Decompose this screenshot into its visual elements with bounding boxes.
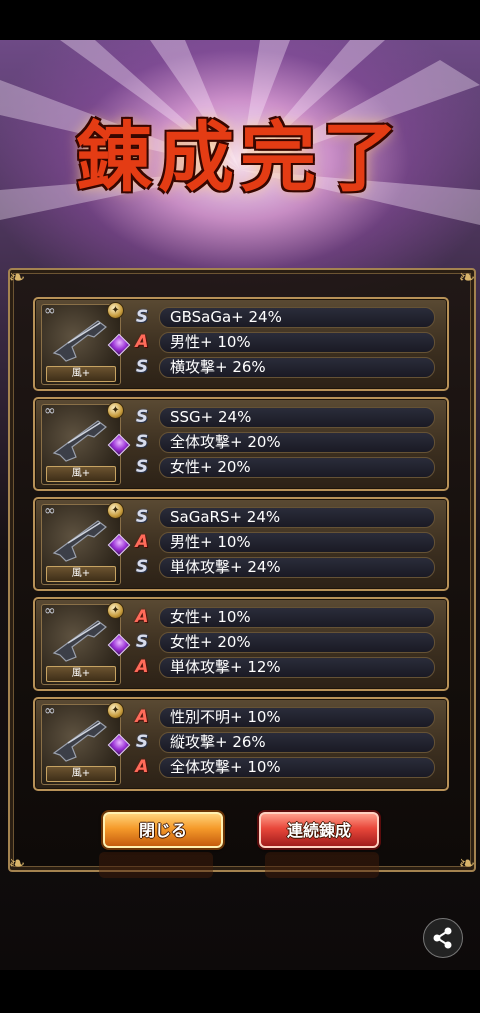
stat-row: A 性別不明+ 10% — [131, 707, 437, 728]
stat-row: A 全体攻撃+ 10% — [131, 757, 437, 778]
stat-text: 単体攻撃+ 12% — [159, 657, 435, 678]
stat-text: 縦攻撃+ 26% — [159, 732, 435, 753]
navigation-bar — [0, 970, 480, 1013]
stat-row: S 横攻撃+ 26% — [131, 357, 437, 378]
stat-text: 全体攻撃+ 20% — [159, 432, 435, 453]
rank-s-icon: S — [135, 457, 149, 477]
stat-text: 女性+ 20% — [159, 457, 435, 478]
stat-row: A 女性+ 10% — [131, 607, 437, 628]
weapon-thumbnail[interactable]: ∞ ✦ 風+ — [41, 302, 131, 385]
stat-text: SaGaRS+ 24% — [159, 507, 435, 528]
rank-s-icon: S — [135, 432, 149, 452]
close-button[interactable]: 閉じる — [103, 812, 223, 848]
gun-icon — [52, 320, 107, 362]
gun-icon — [52, 720, 107, 762]
stat-text: 全体攻撃+ 10% — [159, 757, 435, 778]
gun-icon — [52, 520, 107, 562]
stat-text: 女性+ 20% — [159, 632, 435, 653]
rank-s-icon: S — [135, 507, 149, 527]
share-icon — [433, 927, 452, 949]
stat-text: 性別不明+ 10% — [159, 707, 435, 728]
weapon-result-card[interactable]: ∞ ✦ 風+ A 性別不明+ 10% S 縦攻撃+ 26% A 全体攻撃+ 10… — [33, 697, 449, 791]
share-button[interactable] — [423, 918, 463, 958]
stat-text: GBSaGa+ 24% — [159, 307, 435, 328]
element-badge: 風+ — [46, 666, 116, 682]
element-badge: 風+ — [46, 766, 116, 782]
corner-ornament-icon: ❧ — [458, 851, 476, 875]
weapon-result-card[interactable]: ∞ ✦ 風+ S GBSaGa+ 24% A 男性+ 10% S 横攻撃+ 26… — [33, 297, 449, 391]
rank-s-icon: S — [135, 732, 149, 752]
stat-text: 単体攻撃+ 24% — [159, 557, 435, 578]
weapon-result-card[interactable]: ∞ ✦ 風+ S SSG+ 24% S 全体攻撃+ 20% S 女性+ 20% — [33, 397, 449, 491]
rank-a-icon: A — [135, 657, 149, 677]
stat-text: 女性+ 10% — [159, 607, 435, 628]
gold-coin-icon: ✦ — [107, 402, 124, 419]
corner-ornament-icon: ❧ — [458, 265, 476, 289]
weapon-result-card[interactable]: ∞ ✦ 風+ S SaGaRS+ 24% A 男性+ 10% S 単体攻撃+ 2… — [33, 497, 449, 591]
purple-gem-icon — [107, 333, 131, 357]
rank-a-icon: A — [135, 532, 149, 552]
stat-row: A 男性+ 10% — [131, 332, 437, 353]
element-badge: 風+ — [46, 566, 116, 582]
element-badge: 風+ — [46, 466, 116, 482]
gold-coin-icon: ✦ — [107, 302, 124, 319]
purple-gem-icon — [107, 633, 131, 657]
weapon-thumbnail[interactable]: ∞ ✦ 風+ — [41, 402, 131, 485]
rank-a-icon: A — [135, 707, 149, 727]
weapon-thumbnail[interactable]: ∞ ✦ 風+ — [41, 602, 131, 685]
rank-s-icon: S — [135, 407, 149, 427]
continuous-refine-button[interactable]: 連続錬成 — [259, 812, 379, 848]
corner-ornament-icon: ❧ — [8, 851, 26, 875]
corner-ornament-icon: ❧ — [8, 265, 26, 289]
stat-row: A 男性+ 10% — [131, 532, 437, 553]
rank-s-icon: S — [135, 307, 149, 327]
purple-gem-icon — [107, 433, 131, 457]
stat-row: S 全体攻撃+ 20% — [131, 432, 437, 453]
gun-icon — [52, 620, 107, 662]
rank-a-icon: A — [135, 332, 149, 352]
purple-gem-icon — [107, 733, 131, 757]
rank-a-icon: A — [135, 607, 149, 627]
stat-row: S 単体攻撃+ 24% — [131, 557, 437, 578]
page-title: 錬成完了 — [76, 113, 404, 202]
stat-row: A 単体攻撃+ 12% — [131, 657, 437, 678]
stat-row: S 女性+ 20% — [131, 632, 437, 653]
weapon-thumbnail[interactable]: ∞ ✦ 風+ — [41, 702, 131, 785]
stat-row: S SaGaRS+ 24% — [131, 507, 437, 528]
gold-coin-icon: ✦ — [107, 702, 124, 719]
stat-text: SSG+ 24% — [159, 407, 435, 428]
stat-row: S 女性+ 20% — [131, 457, 437, 478]
stat-row: S 縦攻撃+ 26% — [131, 732, 437, 753]
rank-s-icon: S — [135, 632, 149, 652]
stat-text: 横攻撃+ 26% — [159, 357, 435, 378]
gun-icon — [52, 420, 107, 462]
gold-coin-icon: ✦ — [107, 602, 124, 619]
weapon-thumbnail[interactable]: ∞ ✦ 風+ — [41, 502, 131, 585]
element-badge: 風+ — [46, 366, 116, 382]
purple-gem-icon — [107, 533, 131, 557]
stat-row: S GBSaGa+ 24% — [131, 307, 437, 328]
stat-row: S SSG+ 24% — [131, 407, 437, 428]
rank-a-icon: A — [135, 757, 149, 777]
stat-text: 男性+ 10% — [159, 532, 435, 553]
background-shadow — [265, 852, 379, 878]
status-bar — [0, 0, 480, 40]
rank-s-icon: S — [135, 557, 149, 577]
weapon-result-card[interactable]: ∞ ✦ 風+ A 女性+ 10% S 女性+ 20% A 単体攻撃+ 12% — [33, 597, 449, 691]
stat-text: 男性+ 10% — [159, 332, 435, 353]
background-shadow — [99, 852, 213, 878]
gold-coin-icon: ✦ — [107, 502, 124, 519]
rank-s-icon: S — [135, 357, 149, 377]
